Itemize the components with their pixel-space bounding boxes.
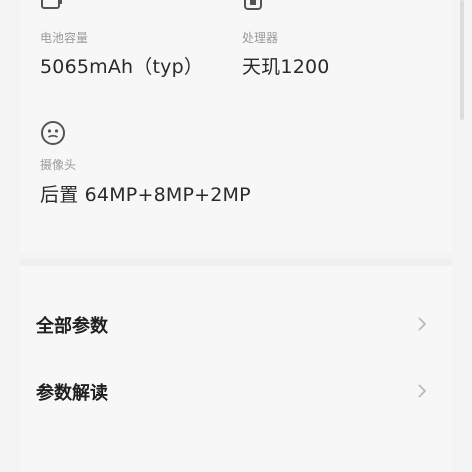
spec-card: 电池容量 5065mAh（typ） 处理器 天玑1200 摄像头 后置 64MP…	[20, 0, 452, 252]
spec-label: 处理器	[242, 31, 279, 45]
spec-value: 后置 64MP+8MP+2MP	[40, 184, 251, 206]
processor-icon	[242, 0, 266, 18]
spec-menu: 全部参数 参数解读	[20, 266, 452, 472]
chevron-right-icon	[414, 316, 430, 332]
battery-icon	[40, 0, 64, 18]
menu-item-all-params[interactable]: 全部参数	[20, 294, 452, 354]
chevron-right-icon	[414, 383, 430, 399]
spec-label: 摄像头	[40, 158, 77, 172]
camera-icon	[40, 120, 65, 145]
spec-battery: 电池容量 5065mAh（typ）	[40, 0, 230, 90]
spec-processor: 处理器 天玑1200	[242, 0, 442, 90]
section-divider	[20, 258, 452, 266]
spec-value: 天玑1200	[242, 56, 330, 78]
phone-spec-screen: 电池容量 5065mAh（typ） 处理器 天玑1200 摄像头 后置 64MP…	[0, 0, 472, 472]
spec-camera: 摄像头 后置 64MP+8MP+2MP	[40, 118, 400, 218]
scrollbar[interactable]	[460, 0, 464, 120]
spec-label: 电池容量	[40, 31, 89, 45]
menu-item-label: 全部参数	[36, 316, 108, 337]
spec-value: 5065mAh（typ）	[40, 56, 204, 78]
menu-item-label: 参数解读	[36, 383, 108, 404]
menu-item-param-explain[interactable]: 参数解读	[20, 361, 452, 421]
